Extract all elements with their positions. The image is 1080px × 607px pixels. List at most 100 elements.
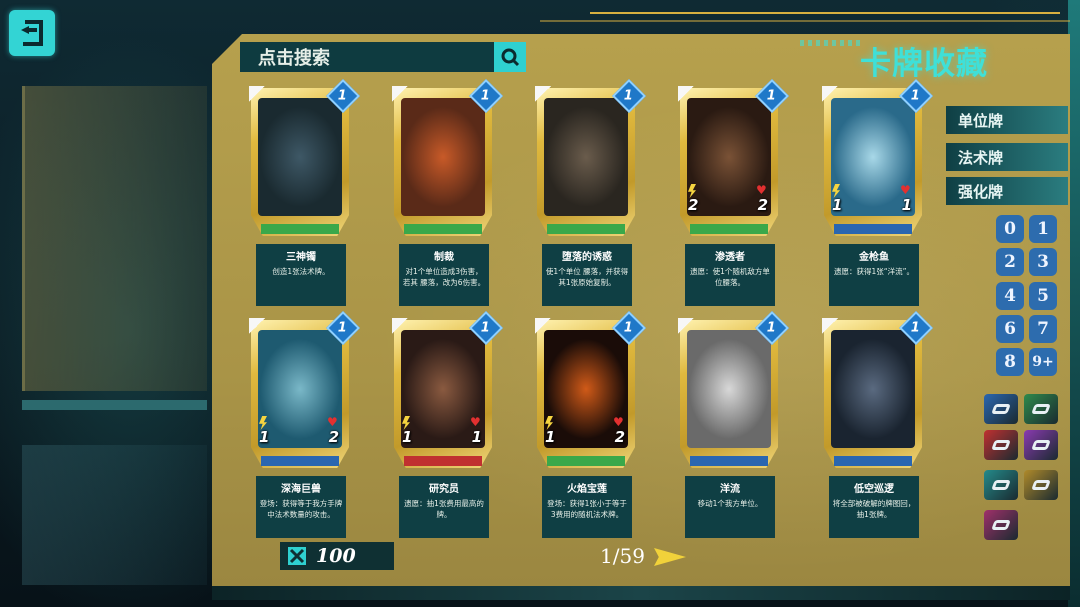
health-heart-icon: ♥ — [470, 415, 481, 429]
card-art — [258, 98, 342, 216]
cost-filter-7[interactable]: 7 — [1029, 315, 1057, 343]
card-text: 移动1个我方单位。 — [697, 499, 763, 508]
card-1[interactable]: 1 — [392, 79, 503, 236]
card-8[interactable]: 1 — [678, 311, 789, 468]
card-art — [401, 98, 485, 216]
card-name: 研究员 — [429, 484, 459, 495]
card-attack: 1 — [259, 428, 270, 446]
tab-unit-cards[interactable]: 单位牌 — [946, 106, 1068, 134]
card-4[interactable]: 1 1 ♥ 1 — [822, 79, 933, 236]
card-description: 堕落的诱惑使1个单位 腰落，并获得其1张原始复制。 — [542, 244, 632, 306]
faction-red-claw-icon — [991, 440, 1011, 450]
card-cost: 1 — [767, 88, 777, 104]
card-art — [544, 98, 628, 216]
cost-filter-3[interactable]: 3 — [1029, 248, 1057, 276]
faction-filter-5[interactable] — [1024, 470, 1058, 500]
faction-blue-wave-icon — [991, 404, 1011, 414]
cost-filter-5[interactable]: 5 — [1029, 282, 1057, 310]
faction-filter-6[interactable] — [984, 510, 1018, 540]
card-corner — [249, 86, 265, 102]
cost-filter-0[interactable]: 0 — [996, 215, 1024, 243]
card-attack: 1 — [545, 428, 556, 446]
left-deco-panel-lower — [22, 445, 207, 585]
card-name: 低空巡逻 — [854, 484, 894, 495]
faction-gold-fan-icon — [1031, 480, 1051, 490]
health-heart-icon: ♥ — [900, 183, 911, 197]
cost-filter-8[interactable]: 8 — [996, 348, 1024, 376]
card-0[interactable]: 1 — [249, 79, 360, 236]
back-arrow-icon — [21, 20, 43, 46]
tab-spell-cards[interactable]: 法术牌 — [946, 143, 1068, 171]
card-9[interactable]: 1 — [822, 311, 933, 468]
tab-label: 强化牌 — [958, 182, 1004, 201]
card-6[interactable]: 1 1 ♥ 1 — [392, 311, 503, 468]
faction-magenta-gem-icon — [991, 520, 1011, 530]
cost-filter-4[interactable]: 4 — [996, 282, 1024, 310]
back-button[interactable] — [9, 10, 55, 56]
card-corner — [249, 318, 265, 334]
card-2[interactable]: 1 — [535, 79, 646, 236]
tab-label: 单位牌 — [958, 111, 1004, 130]
card-name: 火焰宝莲 — [567, 484, 607, 495]
card-5[interactable]: 1 1 ♥ 2 — [249, 311, 360, 468]
card-faction-strip — [834, 224, 912, 234]
faction-green-leaf-icon — [1031, 404, 1051, 414]
card-art — [831, 330, 915, 448]
card-name: 堕落的诱惑 — [562, 252, 612, 263]
card-corner — [822, 318, 838, 334]
card-description: 火焰宝莲登场：获得1张小于等于3费用的随机法术牌。 — [542, 476, 632, 538]
page-indicator: 1/59 — [600, 544, 645, 568]
crystal-currency-icon — [288, 547, 306, 565]
card-attack: 1 — [402, 428, 413, 446]
card-name: 渗透者 — [715, 252, 745, 263]
title-decoration — [800, 40, 860, 46]
card-3[interactable]: 1 2 ♥ 2 — [678, 79, 789, 236]
card-text: 登场：获得等于我方手牌中法术数量的攻击。 — [259, 499, 343, 519]
card-description: 深海巨兽登场：获得等于我方手牌中法术数量的攻击。 — [256, 476, 346, 538]
search-button[interactable] — [494, 42, 526, 72]
card-text: 登场：获得1张小于等于3费用的随机法术牌。 — [547, 499, 627, 519]
cost-filter-6[interactable]: 6 — [996, 315, 1024, 343]
search-icon — [501, 48, 520, 67]
card-health: 2 — [757, 196, 768, 214]
card-description: 低空巡逻将全部被破解的牌图回，抽1张牌。 — [829, 476, 919, 538]
faction-purple-crystal-icon — [1031, 440, 1051, 450]
health-heart-icon: ♥ — [756, 183, 767, 197]
card-name: 金枪鱼 — [859, 252, 889, 263]
card-cost: 1 — [481, 88, 491, 104]
card-faction-strip — [547, 224, 625, 234]
card-cost: 1 — [624, 320, 634, 336]
card-faction-strip — [690, 224, 768, 234]
card-text: 将全部被破解的牌图回，抽1张牌。 — [832, 499, 916, 519]
card-health: 1 — [901, 196, 912, 214]
faction-filter-1[interactable] — [1024, 394, 1058, 424]
left-deco-panel — [22, 86, 207, 391]
faction-filter-4[interactable] — [984, 470, 1018, 500]
cost-filter-9plus[interactable]: 9+ — [1029, 348, 1057, 376]
cost-filter-2[interactable]: 2 — [996, 248, 1024, 276]
card-corner — [678, 86, 694, 102]
page-title: 卡牌收藏 — [860, 46, 988, 82]
card-name: 三神镯 — [286, 252, 316, 263]
card-cost: 1 — [481, 320, 491, 336]
faction-filter-2[interactable] — [984, 430, 1018, 460]
card-7[interactable]: 1 1 ♥ 2 — [535, 311, 646, 468]
card-description: 渗透者 遗愿：使1个随机敌方单位腰落。 — [685, 244, 775, 306]
card-name: 深海巨兽 — [281, 484, 321, 495]
card-faction-strip — [404, 224, 482, 234]
card-text: 使1个单位 腰落，并获得其1张原始复制。 — [545, 267, 629, 287]
health-heart-icon: ♥ — [327, 415, 338, 429]
faction-filter-0[interactable] — [984, 394, 1018, 424]
card-corner — [535, 86, 551, 102]
faction-filter-3[interactable] — [1024, 430, 1058, 460]
card-description: 制裁 对1个单位造成3伤害，若其 腰落，改为6伤害。 — [399, 244, 489, 306]
card-corner — [822, 86, 838, 102]
card-art — [687, 330, 771, 448]
search-input[interactable]: 点击搜索 — [240, 44, 494, 70]
tab-enhance-cards[interactable]: 强化牌 — [946, 177, 1068, 205]
search-bar[interactable]: 点击搜索 — [240, 42, 526, 72]
card-health: 2 — [614, 428, 625, 446]
cost-filter-1[interactable]: 1 — [1029, 215, 1057, 243]
card-cost: 1 — [911, 88, 921, 104]
tab-label: 法术牌 — [958, 148, 1004, 167]
